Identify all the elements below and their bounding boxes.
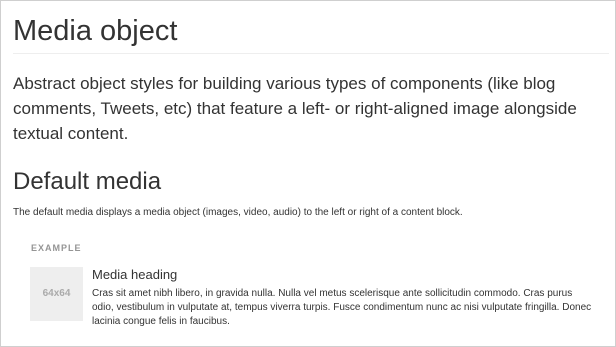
- section-title-default-media: Default media: [13, 168, 162, 195]
- media-body: Media heading Cras sit amet nibh libero,…: [92, 267, 592, 329]
- page-header: Media object: [13, 15, 609, 54]
- media-placeholder-image: 64x64: [30, 267, 83, 321]
- section-description: The default media displays a media objec…: [13, 207, 463, 218]
- page-title: Media object: [13, 15, 178, 47]
- media-body-text: Cras sit amet nibh libero, in gravida nu…: [92, 288, 592, 327]
- lead-paragraph: Abstract object styles for building vari…: [13, 74, 577, 143]
- media-heading: Media heading: [92, 267, 178, 282]
- example-label: EXAMPLE: [31, 243, 82, 253]
- content-frame: Media object Abstract object styles for …: [0, 0, 616, 347]
